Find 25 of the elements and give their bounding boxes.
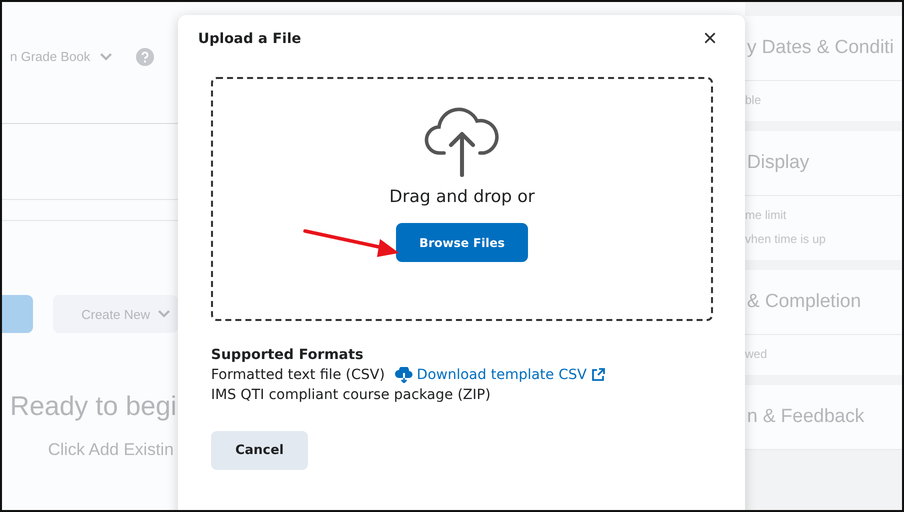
empty-state-title: Ready to begi [10,391,178,422]
section-text: ble [745,93,762,107]
create-new-button[interactable]: Create New [53,295,178,333]
download-template-link[interactable]: Download template CSV [394,367,605,383]
drop-zone[interactable]: Drag and drop or Browse Files [211,77,713,321]
section-text: vhen time is up [745,232,827,246]
dialog-title: Upload a File [198,31,302,47]
format-text: IMS QTI compliant course package (ZIP) [211,387,491,403]
browse-files-button[interactable]: Browse Files [396,223,528,262]
formats-heading: Supported Formats [211,347,364,363]
format-text: Formatted text file (CSV) [211,367,385,383]
section-text: wed [745,347,768,361]
drop-instruction: Drag and drop or [389,187,535,207]
cancel-button[interactable]: Cancel [211,431,308,470]
help-icon[interactable] [136,48,154,66]
add-existing-button[interactable] [2,295,34,333]
cloud-upload-icon [424,105,500,177]
section-text: me limit [745,208,788,222]
external-link-icon [590,368,605,382]
close-button[interactable]: × [694,27,725,51]
grade-book-dropdown[interactable]: n Grade Book [10,49,90,64]
chevron-down-icon [158,310,170,318]
chevron-down-icon [100,52,112,60]
empty-state-text: Click Add Existin [48,440,175,460]
cloud-download-icon [394,367,413,383]
